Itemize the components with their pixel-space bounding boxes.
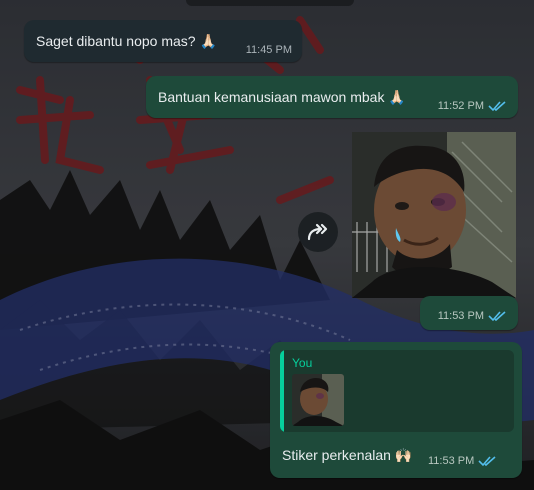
message-outgoing[interactable]: Bantuan kemanusiaan mawon mbak 🙏🏻 11:52 …	[146, 76, 518, 118]
message-time: 11:52 PM	[437, 100, 484, 112]
forward-button[interactable]	[298, 212, 338, 252]
message-time: 11:53 PM	[428, 455, 475, 467]
forward-icon	[307, 223, 328, 241]
sticker-image[interactable]	[352, 132, 516, 298]
message-time: 11:53 PM	[437, 310, 484, 322]
message-text: Stiker perkenalan 🙌🏻	[282, 447, 413, 463]
face-photo	[352, 132, 516, 298]
reply-thumbnail	[292, 374, 344, 426]
message-text: Saget dibantu nopo mas? 🙏🏻	[36, 33, 217, 49]
image-time-pill: 11:53 PM	[420, 296, 518, 330]
double-check-icon	[478, 456, 496, 467]
message-text: Bantuan kemanusiaan mawon mbak 🙏🏻	[158, 89, 406, 105]
message-incoming[interactable]: Saget dibantu nopo mas? 🙏🏻 11:45 PM	[24, 20, 302, 62]
reply-quote[interactable]: You	[280, 350, 514, 432]
double-check-icon	[488, 101, 506, 112]
top-overlay	[186, 0, 354, 6]
reply-sender: You	[292, 356, 313, 370]
double-check-icon	[488, 311, 506, 322]
reply-accent-bar	[280, 350, 284, 432]
message-time: 11:45 PM	[245, 44, 292, 56]
